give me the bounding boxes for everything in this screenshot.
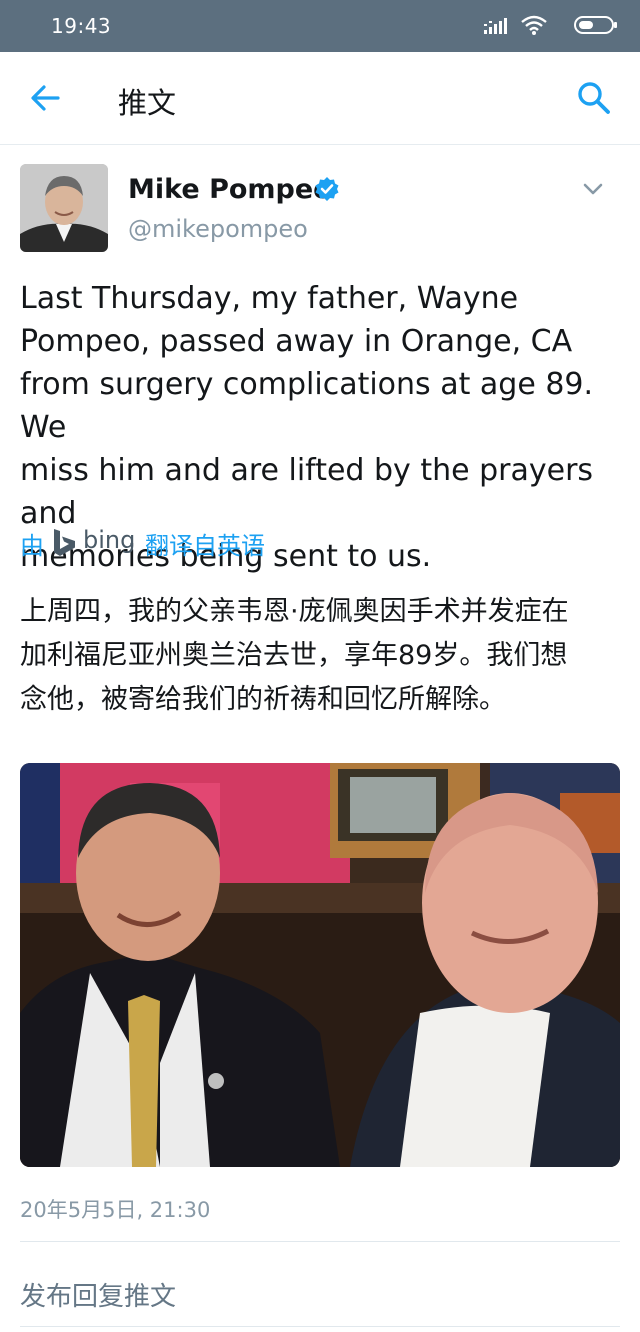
translation-suffix: 翻译自英语	[145, 532, 265, 560]
divider	[20, 1326, 620, 1327]
tweet-photo[interactable]	[20, 763, 620, 1167]
bing-logo-icon	[54, 529, 75, 556]
translated-text-line: 念他，被寄给我们的祈祷和回忆所解除。	[20, 684, 506, 715]
page-title: 推文	[118, 86, 177, 120]
tweet-timestamp[interactable]: 20年5月5日, 21:30	[20, 1194, 210, 1224]
translated-text-line: 加利福尼亚州奥兰治去世，享年89岁。我们想	[20, 640, 568, 671]
translated-text: 上周四，我的父亲韦恩·庞佩奥因手术并发症在 加利福尼亚州奥兰治去世，享年89岁。…	[20, 590, 625, 722]
battery-icon	[574, 16, 617, 34]
author-handle[interactable]: @mikepompeo	[128, 215, 308, 243]
verified-badge-icon	[315, 177, 339, 201]
top-nav-bar: 推文	[0, 52, 640, 145]
tweet-text-line: Pompeo, passed away in Orange, CA	[20, 324, 573, 359]
back-arrow-icon[interactable]	[26, 80, 66, 116]
translated-text-line: 上周四，我的父亲韦恩·庞佩奥因手术并发症在	[20, 596, 569, 627]
signal-icon	[484, 18, 507, 34]
tweet-text-line: Last Thursday, my father, Wayne	[20, 281, 519, 316]
reply-input[interactable]: 发布回复推文	[20, 1276, 176, 1313]
translation-prefix: 由	[20, 532, 44, 560]
tweet-text-line: from surgery complications at age 89. We	[20, 367, 594, 445]
author-avatar[interactable]	[20, 164, 108, 252]
search-icon[interactable]	[576, 80, 612, 116]
divider	[20, 1241, 620, 1242]
chevron-down-icon[interactable]	[582, 180, 604, 198]
status-bar: 19:43	[0, 0, 640, 52]
translation-provider: bing	[83, 526, 136, 554]
tweet-text-line: miss him and are lifted by the prayers a…	[20, 453, 594, 531]
wifi-icon	[521, 15, 547, 35]
status-time: 19:43	[51, 14, 112, 38]
author-name[interactable]: Mike Pompeo	[128, 174, 332, 205]
